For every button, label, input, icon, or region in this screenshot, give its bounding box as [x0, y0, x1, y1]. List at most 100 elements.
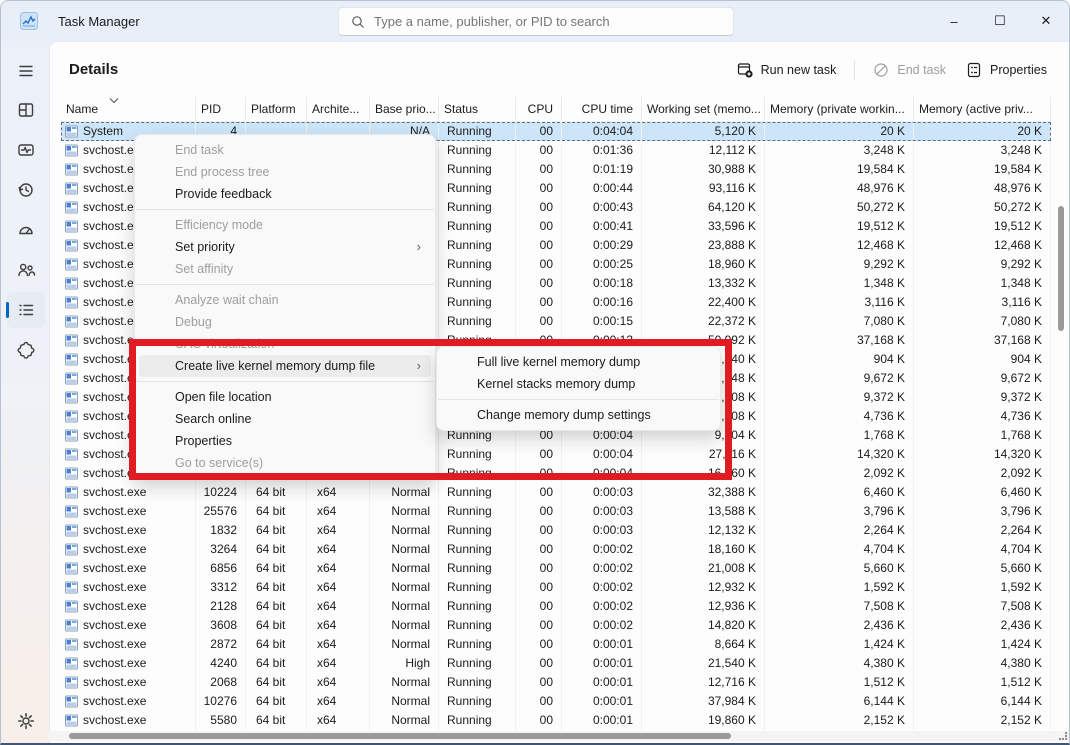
cell-mem_active: 20 K [914, 122, 1051, 141]
table-row[interactable]: svchost.exe360864 bitx64NormalRunning000… [61, 616, 1051, 635]
cell-mem_private: 20 K [765, 122, 914, 141]
column-header-pid[interactable]: PID [196, 97, 246, 121]
cell-base: Normal [370, 597, 439, 616]
cell-status: Running [439, 616, 516, 635]
cell-mem_private: 4,736 K [765, 407, 914, 426]
table-row[interactable]: svchost.exe685664 bitx64NormalRunning000… [61, 559, 1051, 578]
cell-mem_private: 1,424 K [765, 635, 914, 654]
performance-icon [16, 140, 36, 160]
cell-base: Normal [370, 483, 439, 502]
end-task-button[interactable]: End task [863, 56, 956, 84]
cell-pid: 1832 [196, 521, 246, 540]
column-header-cpu[interactable]: CPU [516, 97, 562, 121]
sidebar-item-details[interactable] [7, 292, 45, 328]
process-icon [65, 581, 78, 594]
menu-item-provide-feedback[interactable]: Provide feedback [139, 183, 431, 205]
cell-mem_private: 3,116 K [765, 293, 914, 312]
cell-mem_active: 5,660 K [914, 559, 1051, 578]
hamburger-menu-button[interactable] [7, 53, 45, 89]
cell-mem_active: 4,704 K [914, 540, 1051, 559]
column-header-name[interactable]: Name [61, 97, 196, 121]
column-header-arch[interactable]: Archite... [307, 97, 370, 121]
cell-mem_private: 2,264 K [765, 521, 914, 540]
sidebar-item-services[interactable] [7, 332, 45, 368]
horizontal-scrollbar[interactable] [69, 733, 731, 739]
table-row[interactable]: svchost.exe331264 bitx64NormalRunning000… [61, 578, 1051, 597]
column-header-base[interactable]: Base prio... [370, 97, 439, 121]
table-row[interactable]: svchost.exe558064 bitx64NormalRunning000… [61, 711, 1051, 730]
cell-name: svchost.exe [61, 692, 196, 711]
cell-mem_active: 7,080 K [914, 312, 1051, 331]
search-input[interactable] [374, 14, 704, 29]
close-button[interactable]: ✕ [1023, 1, 1069, 41]
table-row[interactable]: svchost.exe206864 bitx64NormalRunning000… [61, 673, 1051, 692]
toolbar-divider [854, 60, 855, 80]
process-icon [65, 619, 78, 632]
cell-name: svchost.exe [61, 483, 196, 502]
cell-ws: 5,120 K [642, 122, 765, 141]
process-icon [65, 125, 78, 138]
cell-time: 0:00:29 [562, 236, 642, 255]
sidebar-item-app-history[interactable] [7, 172, 45, 208]
column-header-mem_private[interactable]: Memory (private workin... [765, 97, 914, 121]
cell-cpu: 00 [516, 236, 562, 255]
cell-ws: 12,112 K [642, 141, 765, 160]
cell-status: Running [439, 597, 516, 616]
vertical-scrollbar[interactable] [1058, 206, 1064, 331]
menu-item-set-priority[interactable]: Set priority› [139, 236, 431, 258]
cell-status: Running [439, 559, 516, 578]
cell-pid: 25576 [196, 502, 246, 521]
settings-button[interactable] [7, 703, 45, 739]
cell-mem_private: 1,768 K [765, 426, 914, 445]
sidebar-item-processes[interactable] [7, 92, 45, 128]
cell-mem_private: 4,704 K [765, 540, 914, 559]
sidebar-item-users[interactable] [7, 252, 45, 288]
cell-time: 0:00:01 [562, 673, 642, 692]
cell-mem_private: 48,976 K [765, 179, 914, 198]
cell-platform: 64 bit [246, 654, 307, 673]
table-row[interactable]: svchost.exe287264 bitx64NormalRunning000… [61, 635, 1051, 654]
cell-ws: 32,388 K [642, 483, 765, 502]
cell-mem_private: 50,272 K [765, 198, 914, 217]
properties-button[interactable]: Properties [956, 56, 1057, 84]
table-row[interactable]: svchost.exe2557664 bitx64NormalRunning00… [61, 502, 1051, 521]
table-row[interactable]: svchost.exe1022464 bitx64NormalRunning00… [61, 483, 1051, 502]
maximize-button[interactable]: ☐ [977, 1, 1023, 41]
cell-name: svchost.exe [61, 616, 196, 635]
process-icon [65, 410, 78, 423]
run-new-task-button[interactable]: Run new task [727, 56, 847, 84]
cell-status: Running [439, 236, 516, 255]
minimize-button[interactable]: – [931, 1, 977, 41]
cell-platform: 64 bit [246, 521, 307, 540]
cell-ws: 33,596 K [642, 217, 765, 236]
cell-mem_private: 37,168 K [765, 331, 914, 350]
process-icon [65, 372, 78, 385]
table-row[interactable]: svchost.exe1027664 bitx64NormalRunning00… [61, 692, 1051, 711]
process-icon [65, 657, 78, 670]
column-header-ws[interactable]: Working set (memo... [642, 97, 765, 121]
table-row[interactable]: svchost.exe424064 bitx64HighRunning000:0… [61, 654, 1051, 673]
cell-time: 0:00:44 [562, 179, 642, 198]
cell-time: 0:00:01 [562, 692, 642, 711]
table-row[interactable]: svchost.exe212864 bitx64NormalRunning000… [61, 597, 1051, 616]
table-row[interactable]: svchost.exe326464 bitx64NormalRunning000… [61, 540, 1051, 559]
cell-arch: x64 [307, 502, 370, 521]
resize-grip[interactable] [1059, 732, 1067, 740]
search-icon [351, 15, 365, 29]
cell-pid: 2068 [196, 673, 246, 692]
sidebar-item-startup-apps[interactable] [7, 212, 45, 248]
cell-time: 0:00:03 [562, 521, 642, 540]
process-icon [65, 448, 78, 461]
sidebar-item-performance[interactable] [7, 132, 45, 168]
cell-platform: 64 bit [246, 502, 307, 521]
cell-pid: 5580 [196, 711, 246, 730]
cell-mem_active: 1,348 K [914, 274, 1051, 293]
column-header-time[interactable]: CPU time [562, 97, 642, 121]
cell-mem_private: 12,468 K [765, 236, 914, 255]
column-header-status[interactable]: Status [439, 97, 516, 121]
cell-mem_private: 6,460 K [765, 483, 914, 502]
search-box[interactable] [338, 7, 734, 36]
column-header-mem_active[interactable]: Memory (active priv... [914, 97, 1051, 121]
column-header-platform[interactable]: Platform [246, 97, 307, 121]
table-row[interactable]: svchost.exe183264 bitx64NormalRunning000… [61, 521, 1051, 540]
